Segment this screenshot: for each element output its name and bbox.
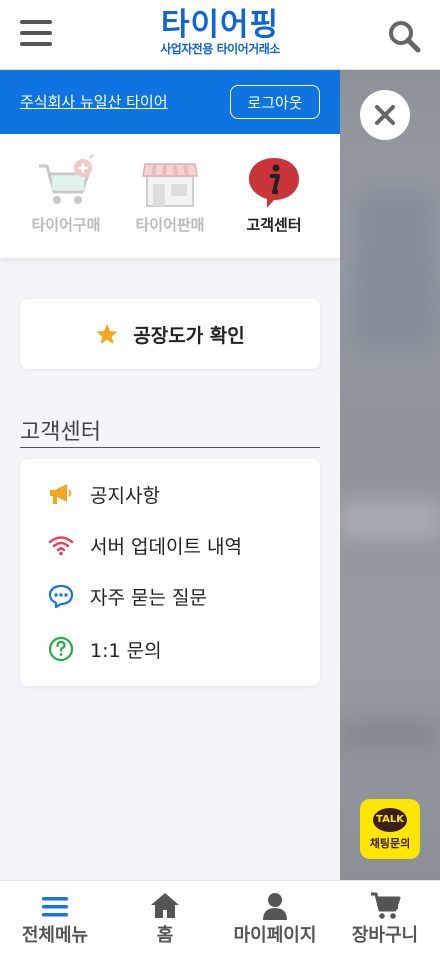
person-icon xyxy=(259,891,291,921)
nav-cart[interactable]: 장바구니 xyxy=(330,891,440,947)
user-bar: 주식회사 뉴일산 타이어 로그아웃 xyxy=(0,70,340,134)
home-icon xyxy=(149,891,181,921)
kakao-talk-icon: TALK xyxy=(373,807,407,832)
nav-label: 장바구니 xyxy=(351,925,419,946)
quick-menu: 타이어구매 타이어판매 고객센터 xyxy=(0,134,340,258)
logo-main-text: 타이어핑 xyxy=(160,7,280,43)
logo-sub-text: 사업자전용 타이어거래소 xyxy=(160,42,280,56)
nav-all-menu[interactable]: 전체메뉴 xyxy=(0,891,110,947)
quick-menu-sell[interactable]: 타이어판매 xyxy=(120,154,220,235)
close-icon xyxy=(375,105,395,125)
logout-button[interactable]: 로그아웃 xyxy=(230,85,320,119)
menu-item-label: 공지사항 xyxy=(90,484,160,507)
bottom-navigation: 전체메뉴 홈 마이페이지 장바구니 xyxy=(0,880,440,956)
nav-home[interactable]: 홈 xyxy=(110,891,220,947)
menu-item-inquiry[interactable]: 1:1 문의 xyxy=(48,634,162,664)
menu-item-faq[interactable]: 자주 묻는 질문 xyxy=(48,581,207,611)
nav-label: 홈 xyxy=(156,925,174,946)
kakao-chat-button[interactable]: TALK 채팅문의 xyxy=(360,799,420,859)
hamburger-menu-icon[interactable] xyxy=(20,20,52,48)
store-icon xyxy=(139,154,201,210)
factory-price-check-button[interactable]: 공장도가 확인 xyxy=(20,299,320,369)
nav-label: 마이페이지 xyxy=(233,925,317,946)
shopping-cart-plus-icon xyxy=(35,154,97,210)
kakao-chat-label: 채팅문의 xyxy=(369,836,411,850)
support-menu-card: 공지사항 서버 업데이트 내역 자주 묻는 질문 1:1 문의 xyxy=(20,459,320,686)
question-circle-icon xyxy=(48,636,74,662)
star-icon xyxy=(96,324,118,344)
section-title: 고객센터 xyxy=(20,414,320,448)
menu-item-notice[interactable]: 공지사항 xyxy=(48,479,160,509)
side-drawer: 주식회사 뉴일산 타이어 로그아웃 타이어구매 타이어판매 고객센터 공장도가 … xyxy=(0,70,340,880)
app-header: 타이어핑 사업자전용 타이어거래소 xyxy=(0,0,440,70)
nav-label: 전체메뉴 xyxy=(21,925,89,946)
megaphone-icon xyxy=(48,481,74,507)
factory-price-check-label: 공장도가 확인 xyxy=(133,324,245,347)
brand-logo[interactable]: 타이어핑 사업자전용 타이어거래소 xyxy=(150,8,290,56)
menu-item-server-update[interactable]: 서버 업데이트 내역 xyxy=(48,530,242,560)
quick-menu-support[interactable]: 고객센터 xyxy=(224,154,324,235)
close-drawer-button[interactable] xyxy=(360,90,410,140)
company-name-link[interactable]: 주식회사 뉴일산 타이어 xyxy=(20,91,168,112)
dimmed-overlay[interactable] xyxy=(340,70,440,880)
quick-menu-label: 고객센터 xyxy=(246,216,302,234)
cart-icon xyxy=(369,891,401,921)
menu-item-label: 자주 묻는 질문 xyxy=(90,586,207,609)
info-icon xyxy=(243,154,305,210)
wifi-icon xyxy=(48,532,74,558)
quick-menu-buy[interactable]: 타이어구매 xyxy=(16,154,116,235)
quick-menu-label: 타이어판매 xyxy=(135,216,205,234)
quick-menu-label: 타이어구매 xyxy=(31,216,101,234)
menu-item-label: 1:1 문의 xyxy=(90,639,162,662)
menu-icon xyxy=(39,891,71,921)
nav-mypage[interactable]: 마이페이지 xyxy=(220,891,330,947)
menu-item-label: 서버 업데이트 내역 xyxy=(90,535,242,558)
search-icon[interactable] xyxy=(386,18,422,54)
chat-bubble-icon xyxy=(48,583,74,609)
